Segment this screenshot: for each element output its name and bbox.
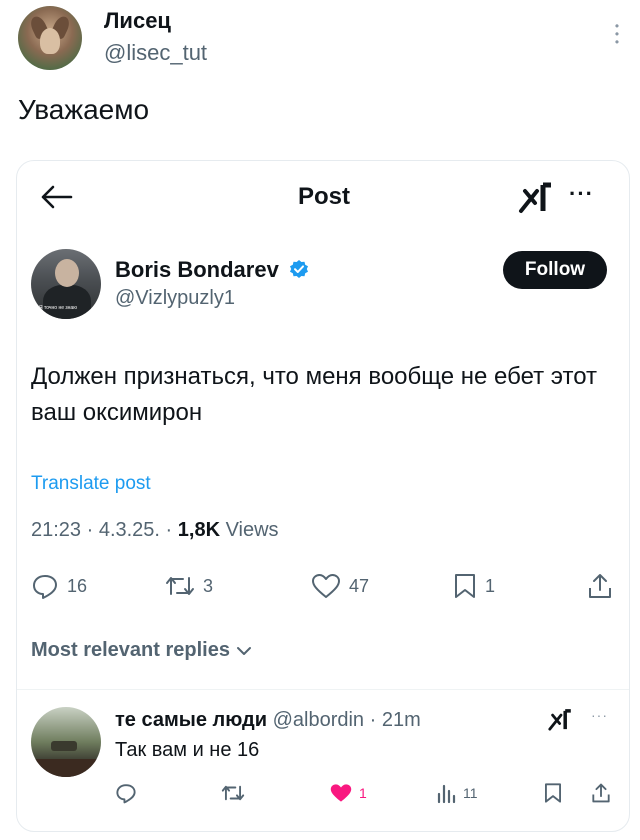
author-handle[interactable]: @Vizlypuzly1 [115, 287, 235, 310]
more-options-icon[interactable]: ··· [569, 181, 594, 207]
reply-repost-action[interactable] [221, 781, 245, 805]
reply-like-action[interactable]: 1 [329, 781, 367, 805]
reply-icon [116, 784, 136, 804]
bookmark-count: 1 [485, 575, 496, 596]
reply-like-count: 1 [359, 785, 367, 801]
reply-author-avatar[interactable] [31, 707, 101, 777]
reply-reply-action[interactable] [115, 781, 137, 805]
views-label: Views [220, 519, 279, 541]
like-action[interactable]: 47 [311, 571, 369, 601]
reply-count: 16 [67, 575, 88, 596]
replies-sort-dropdown[interactable]: Most relevant replies [31, 639, 252, 662]
reply-text: Так вам и не 16 [115, 739, 260, 761]
repost-icon [221, 785, 245, 801]
outer-display-name[interactable]: Лисец [104, 8, 171, 34]
heart-icon [312, 574, 340, 598]
post-timestamp-views: 21:23 · 4.3.25. · 1,8K Views [31, 519, 279, 542]
translate-post-link[interactable]: Translate post [31, 473, 151, 495]
post-time-date: 21:23 · 4.3.25. · [31, 519, 178, 541]
like-count: 47 [349, 575, 370, 596]
post-text: Должен признаться, что меня вообще не еб… [31, 363, 598, 426]
verified-badge-icon [290, 260, 308, 278]
embedded-post-screenshot: Post ··· Я точно не знаю Boris Bondarev … [16, 160, 630, 832]
reply-header: те самые люди @albordin · 21m [115, 709, 421, 732]
heart-filled-icon [330, 784, 352, 802]
reply-more-options-icon[interactable]: ··· [591, 707, 608, 723]
reply-author-name[interactable]: те самые люди [115, 709, 267, 731]
chevron-down-icon [236, 646, 251, 655]
grok-logo-icon[interactable] [547, 707, 575, 733]
repost-action[interactable]: 3 [165, 571, 213, 601]
reply-views-count: 11 [463, 785, 478, 801]
author-name[interactable]: Boris Bondarev [115, 257, 279, 283]
share-action[interactable] [587, 571, 613, 601]
reply-bookmark-action[interactable] [543, 781, 563, 805]
divider [17, 689, 629, 690]
share-icon [592, 783, 610, 803]
bookmark-icon [544, 783, 562, 803]
repost-icon [166, 577, 194, 595]
outer-tweet-text: Уважаемо [18, 94, 150, 125]
share-icon [589, 574, 611, 598]
views-count: 1,8K [177, 519, 221, 541]
follow-button[interactable]: Follow [503, 251, 607, 289]
outer-avatar[interactable] [18, 6, 82, 70]
reply-action[interactable]: 16 [31, 571, 87, 601]
bookmark-icon [455, 574, 475, 598]
outer-handle[interactable]: @lisec_tut [104, 40, 207, 66]
bookmark-action[interactable]: 1 [453, 571, 495, 601]
replies-sort-label: Most relevant replies [31, 639, 230, 661]
reply-icon [33, 575, 57, 599]
grok-logo-icon[interactable] [517, 181, 557, 215]
repost-count: 3 [203, 575, 214, 596]
reply-share-action[interactable] [591, 781, 611, 805]
more-vertical-icon[interactable]: • • • [612, 20, 622, 48]
author-avatar[interactable]: Я точно не знаю [31, 249, 101, 319]
analytics-icon [437, 784, 456, 804]
reply-meta: @albordin · 21m [267, 709, 421, 731]
reply-views-action[interactable]: 11 [435, 781, 478, 805]
